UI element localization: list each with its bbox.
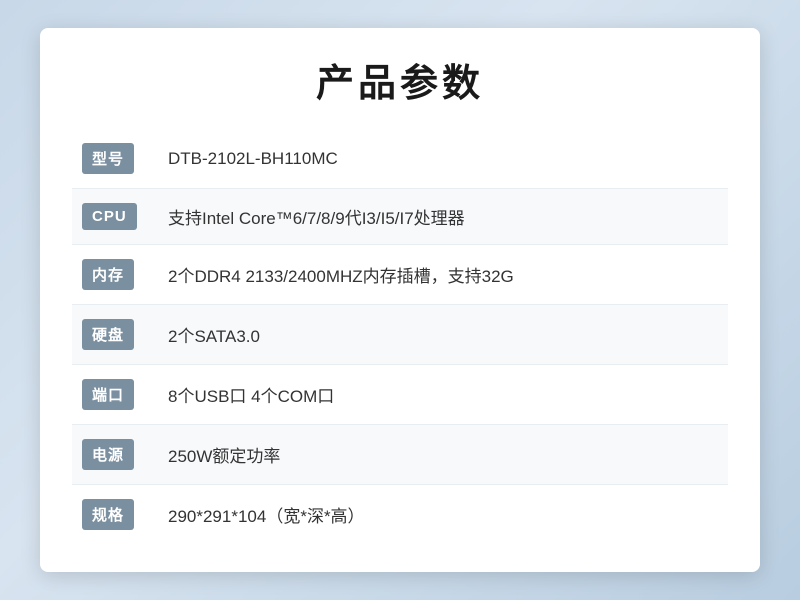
spec-value-cell: 290*291*104（宽*深*高） — [152, 485, 728, 545]
table-row: 端口 8个USB口 4个COM口 — [72, 365, 728, 425]
spec-value-cell: DTB-2102L-BH110MC — [152, 129, 728, 189]
spec-label-cell: 硬盘 — [72, 305, 152, 365]
spec-label-cell: CPU — [72, 189, 152, 245]
table-row: 规格 290*291*104（宽*深*高） — [72, 485, 728, 545]
spec-label-badge: 电源 — [82, 439, 134, 470]
spec-value-cell: 2个DDR4 2133/2400MHZ内存插槽，支持32G — [152, 245, 728, 305]
table-row: 电源 250W额定功率 — [72, 425, 728, 485]
table-row: 硬盘 2个SATA3.0 — [72, 305, 728, 365]
spec-value-cell: 8个USB口 4个COM口 — [152, 365, 728, 425]
spec-label-badge: 端口 — [82, 379, 134, 410]
table-row: 内存 2个DDR4 2133/2400MHZ内存插槽，支持32G — [72, 245, 728, 305]
spec-label-cell: 电源 — [72, 425, 152, 485]
page-title: 产品参数 — [72, 52, 728, 107]
table-row: CPU 支持Intel Core™6/7/8/9代I3/I5/I7处理器 — [72, 189, 728, 245]
spec-value-cell: 2个SATA3.0 — [152, 305, 728, 365]
spec-label-cell: 型号 — [72, 129, 152, 189]
spec-value-cell: 250W额定功率 — [152, 425, 728, 485]
spec-label-cell: 端口 — [72, 365, 152, 425]
spec-table: 型号 DTB-2102L-BH110MC CPU 支持Intel Core™6/7/8… — [72, 129, 728, 544]
spec-label-cell: 规格 — [72, 485, 152, 545]
spec-label-badge: CPU — [82, 203, 137, 230]
spec-value-cell: 支持Intel Core™6/7/8/9代I3/I5/I7处理器 — [152, 189, 728, 245]
product-spec-card: 产品参数 型号 DTB-2102L-BH110MC CPU 支持Intel Core™… — [40, 28, 760, 572]
spec-label-badge: 内存 — [82, 259, 134, 290]
spec-label-badge: 规格 — [82, 499, 134, 530]
spec-label-badge: 型号 — [82, 143, 134, 174]
spec-label-cell: 内存 — [72, 245, 152, 305]
spec-label-badge: 硬盘 — [82, 319, 134, 350]
table-row: 型号 DTB-2102L-BH110MC — [72, 129, 728, 189]
